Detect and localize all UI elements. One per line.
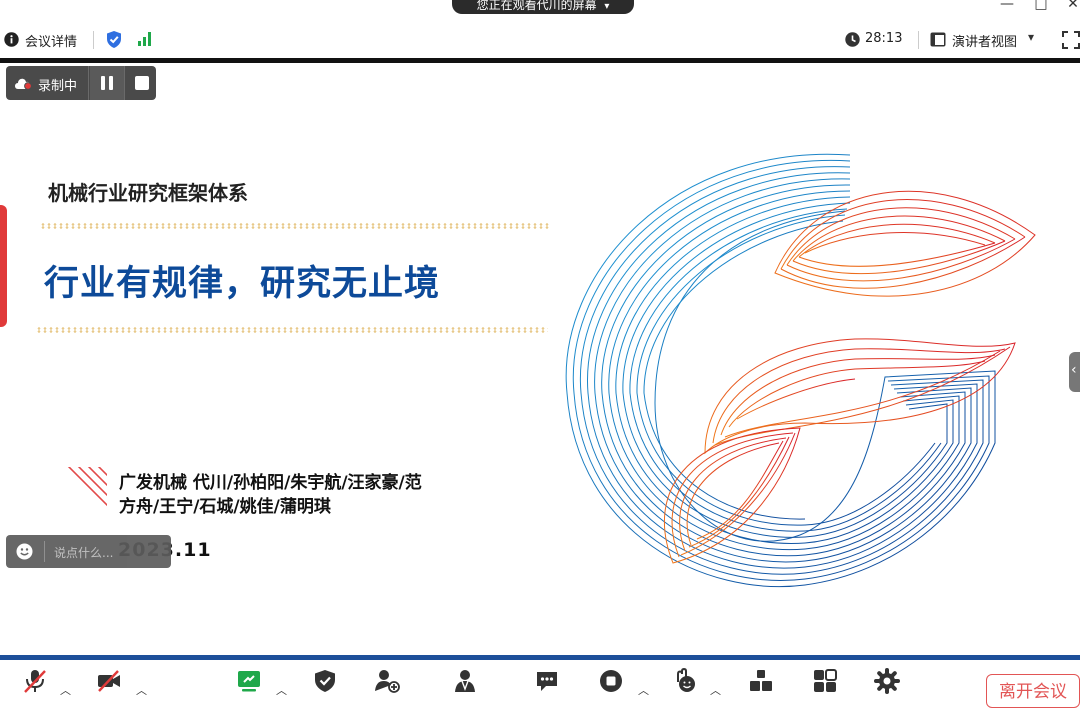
- side-tab[interactable]: [0, 205, 7, 327]
- quick-chat-bar: 说点什么...: [6, 535, 171, 568]
- info-icon: [4, 32, 19, 47]
- video-muted-icon[interactable]: [96, 668, 122, 694]
- framework-title: 机械行业研究框架体系: [48, 181, 248, 205]
- view-mode-dropdown[interactable]: 演讲者视图 ▾: [930, 29, 1042, 51]
- chevron-left-icon: ‹: [1071, 362, 1077, 378]
- recording-label: 录制中: [38, 79, 78, 94]
- share-banner-text: 您正在观看代川的屏幕: [476, 0, 597, 12]
- dotted-divider-top: [40, 223, 550, 229]
- chat-icon[interactable]: [534, 668, 560, 694]
- reaction-icon[interactable]: [672, 668, 698, 694]
- gf-logo: [565, 153, 1036, 588]
- divider: [44, 541, 45, 562]
- record-options-caret[interactable]: ︿: [638, 682, 649, 698]
- pause-icon: [101, 76, 113, 90]
- fullscreen-icon[interactable]: [1062, 31, 1080, 49]
- meeting-info-bar: 会议详情 28:13 演讲者视图 ▾: [0, 22, 1080, 58]
- meeting-details-link[interactable]: 会议详情: [25, 31, 77, 50]
- reaction-options-caret[interactable]: ︿: [710, 682, 721, 698]
- invite-icon[interactable]: [374, 668, 400, 694]
- leave-meeting-button[interactable]: 离开会议: [986, 674, 1080, 708]
- apps-icon[interactable]: [748, 668, 774, 694]
- maximize-button[interactable]: □: [1030, 0, 1052, 14]
- smile-icon[interactable]: [16, 543, 33, 560]
- divider: [918, 31, 919, 49]
- meeting-timer: 28:13: [865, 31, 903, 46]
- author-line-2: 方舟/王宁/石城/姚佳/蒲明琪: [119, 497, 331, 517]
- shield-icon[interactable]: [106, 30, 122, 49]
- pause-recording-button[interactable]: [90, 66, 124, 100]
- divider: [88, 66, 89, 100]
- mic-muted-icon[interactable]: [22, 668, 48, 694]
- mic-options-caret[interactable]: ︿: [60, 682, 71, 698]
- meeting-toolbar: ︿ ︿ ︿ ︿ ︿: [0, 660, 1080, 699]
- chat-input[interactable]: 说点什么...: [54, 544, 113, 561]
- stripe-decoration: [63, 467, 107, 511]
- close-button[interactable]: ✕: [1062, 0, 1080, 14]
- dotted-divider-bottom: [36, 327, 548, 333]
- divider: [93, 31, 94, 49]
- clock-icon: [845, 32, 860, 47]
- share-screen-icon[interactable]: [236, 668, 262, 694]
- security-icon[interactable]: [312, 668, 338, 694]
- minimize-button[interactable]: —: [996, 0, 1018, 14]
- recording-status[interactable]: 录制中: [6, 66, 88, 100]
- recording-controls: 录制中: [6, 66, 156, 100]
- cloud-record-icon: [15, 78, 32, 90]
- slogan: 行业有规律，研究无止境: [44, 264, 441, 304]
- screen-share-banner[interactable]: 您正在观看代川的屏幕 ▾: [452, 0, 634, 14]
- layout-icon: [930, 32, 946, 47]
- record-icon[interactable]: [598, 668, 624, 694]
- author-line-1: 广发机械 代川/孙柏阳/朱宇航/汪家豪/范: [119, 473, 422, 493]
- share-options-caret[interactable]: ︿: [276, 682, 287, 698]
- more-apps-icon[interactable]: [812, 668, 838, 694]
- video-options-caret[interactable]: ︿: [136, 682, 147, 698]
- chevron-down-icon: ▾: [604, 1, 610, 12]
- divider: [124, 66, 125, 100]
- stop-recording-button[interactable]: [126, 66, 156, 100]
- chevron-down-icon: ▾: [1028, 30, 1035, 44]
- author-list: 广发机械 代川/孙柏阳/朱宇航/汪家豪/范 方舟/王宁/石城/姚佳/蒲明琪: [119, 471, 422, 519]
- stop-icon: [135, 76, 149, 90]
- signal-icon[interactable]: [138, 32, 154, 46]
- view-mode-label: 演讲者视图: [952, 35, 1018, 50]
- participants-icon[interactable]: [452, 668, 478, 694]
- settings-icon[interactable]: [874, 668, 900, 694]
- side-panel-handle[interactable]: ‹: [1069, 352, 1080, 392]
